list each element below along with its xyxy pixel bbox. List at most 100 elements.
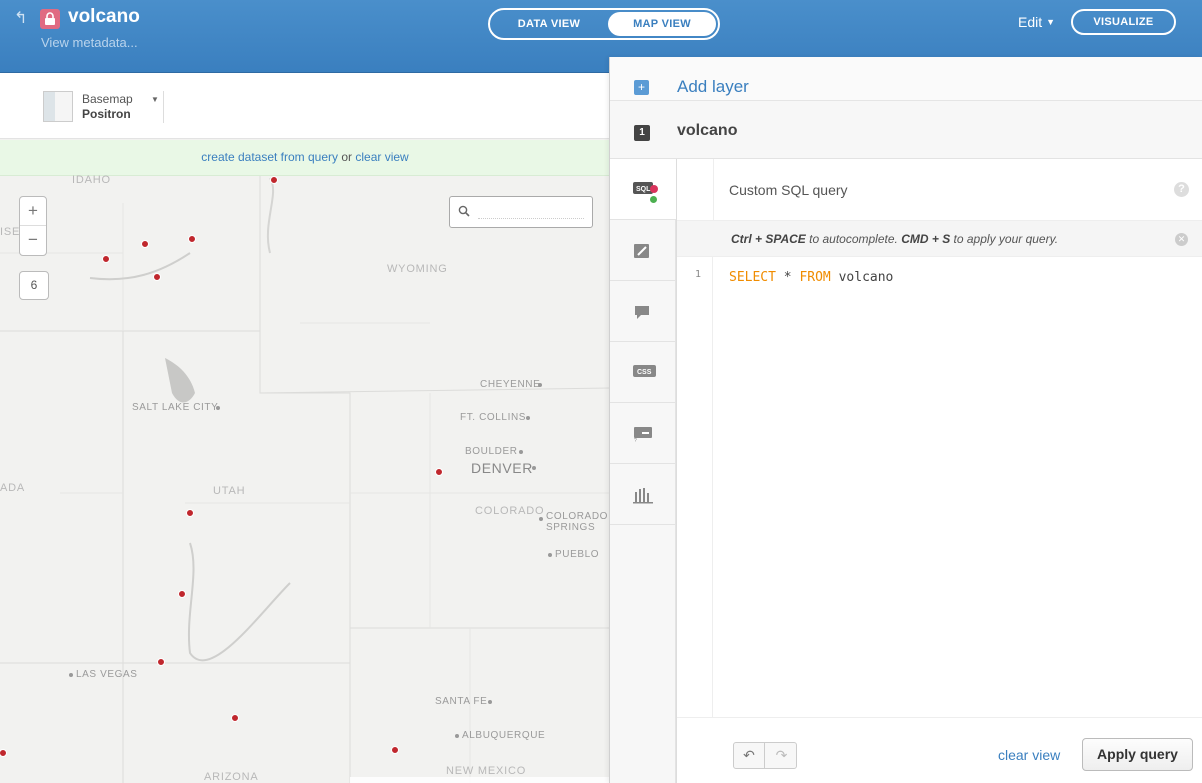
sql-tool-tab[interactable]: SQL [610,159,677,220]
infowindow-tool-tab[interactable] [610,281,676,342]
view-metadata-link[interactable]: View metadata... [41,35,138,50]
help-icon[interactable]: ? [1174,182,1189,197]
basemap-label: Basemap [82,92,133,106]
map-label: SPRINGS [546,522,596,533]
volcano-point[interactable] [188,235,196,243]
volcano-point[interactable] [157,658,165,666]
map-label: CHEYENNE [480,379,541,390]
histogram-icon [633,488,653,504]
volcano-point[interactable] [231,714,239,722]
map-label: SALT LAKE CITY [132,402,219,413]
chevron-down-icon[interactable]: ▼ [151,95,159,104]
zoom-out-button[interactable]: − [20,226,46,255]
hint-cmd: CMD + S [901,232,951,246]
layer-panel: + Add layer 1 volcano SQL CSS ? Custom S… [609,57,1202,783]
editor-title: Custom SQL query [729,182,848,198]
map-label: FT. COLLINS [460,412,527,423]
volcano-point[interactable] [391,746,399,754]
map-attribution [350,777,610,783]
search-icon [458,205,470,217]
volcano-point[interactable] [141,240,149,248]
city-marker [539,517,543,521]
gutter-divider [713,159,714,221]
wizard-tool-tab[interactable] [610,220,676,281]
css-icon: CSS [633,365,656,377]
add-layer-row[interactable]: + Add layer [610,57,1202,101]
undo-button[interactable]: ↶ [734,743,765,768]
clear-view-link[interactable]: clear view [355,150,408,164]
paintbrush-icon [634,244,649,258]
map-label: PUEBLO [555,549,600,560]
divider [163,91,164,123]
volcano-point[interactable] [435,468,443,476]
map-canvas[interactable]: Basemap Positron ▼ create dataset from q… [0,73,610,783]
map-label: COLORADO [546,511,609,522]
create-dataset-link[interactable]: create dataset from query [201,150,338,164]
shortcut-hint-bar: Ctrl + SPACE to autocomplete. CMD + S to… [677,221,1202,257]
query-notice-bar: create dataset from query or clear view [0,140,610,176]
clear-view-button[interactable]: clear view [998,747,1060,763]
sql-keyword: FROM [799,270,831,285]
map-view-tab[interactable]: MAP VIEW [608,12,716,36]
plus-icon: + [634,80,649,95]
notice-separator: or [338,150,356,164]
volcano-point[interactable] [102,255,110,263]
map-search-box[interactable] [449,196,593,228]
back-arrow-icon[interactable]: ↰ [14,10,32,28]
hint-end: to apply your query. [950,232,1059,246]
speech-bubble-icon [635,306,649,319]
city-marker [519,450,523,454]
volcano-point[interactable] [186,509,194,517]
layer-name[interactable]: volcano [677,122,737,140]
map-label: BOULDER [465,446,518,457]
add-layer-button[interactable]: Add layer [677,77,749,97]
city-marker [526,416,530,420]
volcano-point[interactable] [270,176,278,184]
city-marker [532,466,536,470]
edit-menu[interactable]: Edit ▼ [1018,14,1055,30]
svg-text:CSS: CSS [637,369,652,376]
visualize-button[interactable]: VISUALIZE [1071,9,1176,35]
undo-redo-group: ↶ ↷ [733,742,797,769]
hint-ctrl: Ctrl + SPACE [731,232,806,246]
map-label: SANTA FE [435,696,488,707]
sql-editor-pane: Custom SQL query ? Ctrl + SPACE to autoc… [676,159,1202,783]
city-marker [488,700,492,704]
zoom-level-indicator: 6 [19,271,49,300]
redo-button[interactable]: ↷ [766,743,797,768]
city-marker [216,406,220,410]
css-tool-tab[interactable]: CSS [610,342,676,403]
volcano-point[interactable] [153,273,161,281]
legend-tool-tab[interactable]: ? [610,403,676,464]
tool-rail: SQL CSS ? [610,159,677,783]
layer-number-badge: 1 [634,125,650,141]
map-search-input[interactable] [478,205,584,219]
basemap-thumbnail[interactable] [43,91,73,122]
volcano-point[interactable] [178,590,186,598]
chevron-down-icon: ▼ [1046,17,1056,27]
edit-menu-label: Edit [1018,14,1043,30]
map-label: ALBUQUERQUE [462,730,546,741]
sql-token: * [775,270,800,285]
svg-text:SQL: SQL [636,186,651,193]
basemap-selector-bar: Basemap Positron ▼ [0,73,610,139]
lock-icon [40,9,60,29]
dataset-title: volcano [68,6,140,27]
map-label: LAS VEGAS [76,669,138,680]
map-label: ARIZONA [204,771,259,783]
apply-query-button[interactable]: Apply query [1082,738,1193,771]
sql-code-input[interactable]: SELECT * FROM volcano [729,270,893,285]
editor-header: Custom SQL query ? [677,159,1202,221]
zoom-in-button[interactable]: + [20,197,46,226]
map-label: IDAHO [72,174,111,186]
close-icon[interactable]: ✕ [1175,233,1188,246]
map-label: UTAH [213,485,246,497]
zoom-control: + − [19,196,47,256]
filters-tool-tab[interactable] [610,464,676,525]
map-label: ADA [0,482,26,494]
basemap-value[interactable]: Positron [82,107,131,121]
map-label: DENVER [471,460,533,476]
layer-header[interactable]: 1 volcano [610,101,1202,159]
sql-keyword: SELECT [729,270,776,285]
data-view-tab[interactable]: DATA VIEW [492,12,606,36]
